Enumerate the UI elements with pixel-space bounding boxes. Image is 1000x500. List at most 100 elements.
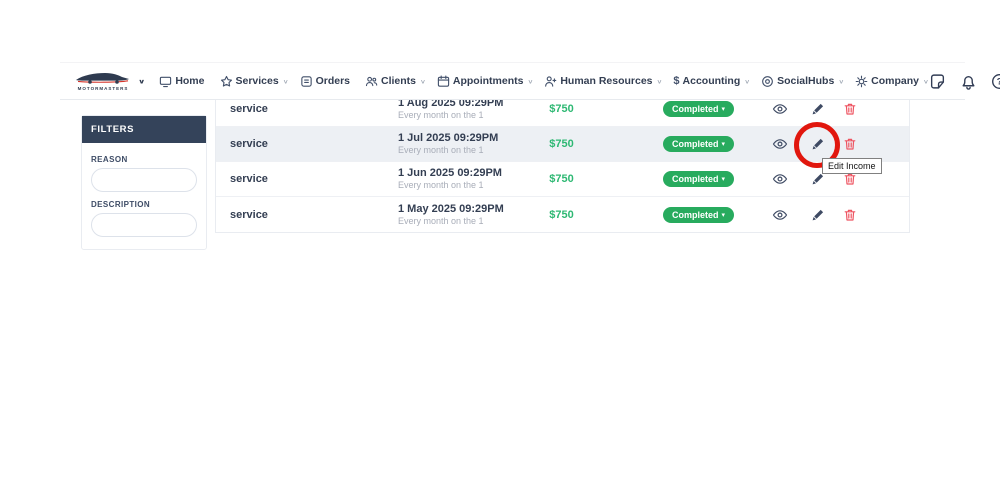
table-row: service 1 May 2025 09:29PM Every month o…: [216, 197, 909, 232]
status-cell: Completed ▾: [636, 101, 761, 117]
status-badge[interactable]: Completed ▾: [663, 136, 734, 152]
brand-logo[interactable]: MOTORMASTERS ∨: [74, 72, 145, 91]
person-icon: [544, 75, 557, 88]
income-date: 1 Jul 2025 09:29PM: [398, 132, 498, 145]
navbar-right-icons: ?: [929, 68, 1000, 94]
status-label: Completed: [672, 174, 719, 184]
edit-income-button[interactable]: [809, 100, 827, 118]
nav-item-company[interactable]: Company ∨: [855, 75, 929, 88]
chevron-down-icon: ▾: [722, 140, 726, 148]
income-amount: $750: [519, 103, 604, 115]
trash-icon: [843, 137, 857, 151]
income-date-cell: 1 Aug 2025 09:29PM Every month on the 1: [398, 97, 503, 121]
chevron-down-icon[interactable]: ∨: [138, 77, 145, 85]
nav-item-socialhubs[interactable]: SocialHubs ∨: [761, 75, 844, 88]
description-label: DESCRIPTION: [91, 200, 197, 209]
filters-panel: FILTERS REASON DESCRIPTION: [81, 115, 207, 250]
status-badge[interactable]: Completed ▾: [663, 101, 734, 117]
top-navbar: MOTORMASTERS ∨ Home Services ∨ Orders: [60, 62, 965, 100]
nav-item-human-resources[interactable]: Human Resources ∨: [544, 75, 662, 88]
income-recurrence: Every month on the 1: [398, 145, 498, 156]
delete-income-button[interactable]: [841, 206, 859, 224]
chevron-down-icon: ∨: [744, 78, 750, 85]
chevron-down-icon: ∨: [657, 78, 663, 85]
description-input[interactable]: [91, 213, 197, 237]
nav-item-clients[interactable]: Clients ∨: [365, 75, 426, 88]
income-date: 1 May 2025 09:29PM: [398, 203, 504, 216]
people-icon: [365, 75, 378, 88]
edit-income-button[interactable]: [809, 206, 827, 224]
income-date-cell: 1 May 2025 09:29PM Every month on the 1: [398, 203, 504, 227]
chevron-down-icon: ∨: [838, 78, 844, 85]
status-cell: Completed ▾: [636, 171, 761, 187]
chevron-down-icon: ▾: [722, 105, 726, 113]
nav-item-orders[interactable]: Orders: [300, 75, 354, 88]
nav-item-label: Appointments: [453, 75, 524, 87]
income-recurrence: Every month on the 1: [398, 110, 503, 121]
car-logo-icon: [74, 72, 132, 85]
income-recurrence: Every month on the 1: [398, 180, 502, 191]
logo: MOTORMASTERS: [74, 72, 132, 91]
nav-item-home[interactable]: Home: [159, 75, 208, 88]
nav-item-accounting[interactable]: Accounting ∨: [673, 75, 750, 87]
chevron-down-icon: ∨: [283, 78, 289, 85]
nav-item-label: SocialHubs: [777, 75, 834, 87]
nav-item-label: Accounting: [683, 75, 741, 87]
nav-item-label: Home: [175, 75, 204, 87]
eye-icon: [772, 171, 788, 187]
brand-name: MOTORMASTERS: [78, 86, 129, 91]
income-name: service: [230, 138, 268, 150]
filters-title: FILTERS: [82, 116, 206, 143]
chevron-down-icon: ∨: [420, 78, 426, 85]
chevron-down-icon: ∨: [527, 78, 533, 85]
view-income-button[interactable]: [771, 100, 789, 118]
view-income-button[interactable]: [771, 170, 789, 188]
table-row: service 1 Jul 2025 09:29PM Every month o…: [216, 127, 909, 162]
income-amount: $750: [519, 173, 604, 185]
nav-item-appointments[interactable]: Appointments ∨: [437, 75, 533, 88]
income-amount: $750: [519, 138, 604, 150]
help-icon[interactable]: ?: [991, 72, 1000, 90]
income-date: 1 Jun 2025 09:29PM: [398, 167, 502, 180]
calendar-icon: [437, 75, 450, 88]
bell-icon[interactable]: [960, 72, 978, 90]
status-badge[interactable]: Completed ▾: [663, 171, 734, 187]
edit-income-button[interactable]: [809, 135, 827, 153]
page: MOTORMASTERS ∨ Home Services ∨ Orders: [0, 0, 1000, 500]
monitor-icon: [159, 75, 172, 88]
delete-income-button[interactable]: [841, 135, 859, 153]
edit-income-tooltip: Edit Income: [822, 158, 882, 174]
reason-input[interactable]: [91, 168, 197, 192]
status-label: Completed: [672, 139, 719, 149]
income-recurrence: Every month on the 1: [398, 216, 504, 227]
trash-icon: [843, 102, 857, 116]
status-cell: Completed ▾: [636, 207, 761, 223]
trash-icon: [843, 208, 857, 222]
table-row: service 1 Jun 2025 09:29PM Every month o…: [216, 162, 909, 197]
income-amount: $750: [519, 209, 604, 221]
income-date-cell: 1 Jul 2025 09:29PM Every month on the 1: [398, 132, 498, 156]
income-name: service: [230, 103, 268, 115]
clipboard-icon: [300, 75, 313, 88]
pencil-icon: [811, 208, 825, 222]
status-cell: Completed ▾: [636, 136, 761, 152]
status-label: Completed: [672, 104, 719, 114]
nav-item-label: Clients: [381, 75, 416, 87]
dollar-icon: [673, 75, 679, 87]
pencil-icon: [811, 172, 825, 186]
nav-item-label: Orders: [316, 75, 350, 87]
pencil-icon: [811, 102, 825, 116]
notes-icon[interactable]: [929, 72, 947, 90]
main-nav: Home Services ∨ Orders Clients ∨ Appoint…: [159, 75, 929, 88]
view-income-button[interactable]: [771, 135, 789, 153]
star-icon: [220, 75, 233, 88]
nav-item-label: Services: [236, 75, 279, 87]
nav-item-services[interactable]: Services ∨: [220, 75, 289, 88]
income-name: service: [230, 209, 268, 221]
income-date-cell: 1 Jun 2025 09:29PM Every month on the 1: [398, 167, 502, 191]
status-badge[interactable]: Completed ▾: [663, 207, 734, 223]
gear-icon: [855, 75, 868, 88]
pencil-icon: [811, 137, 825, 151]
delete-income-button[interactable]: [841, 100, 859, 118]
view-income-button[interactable]: [771, 206, 789, 224]
